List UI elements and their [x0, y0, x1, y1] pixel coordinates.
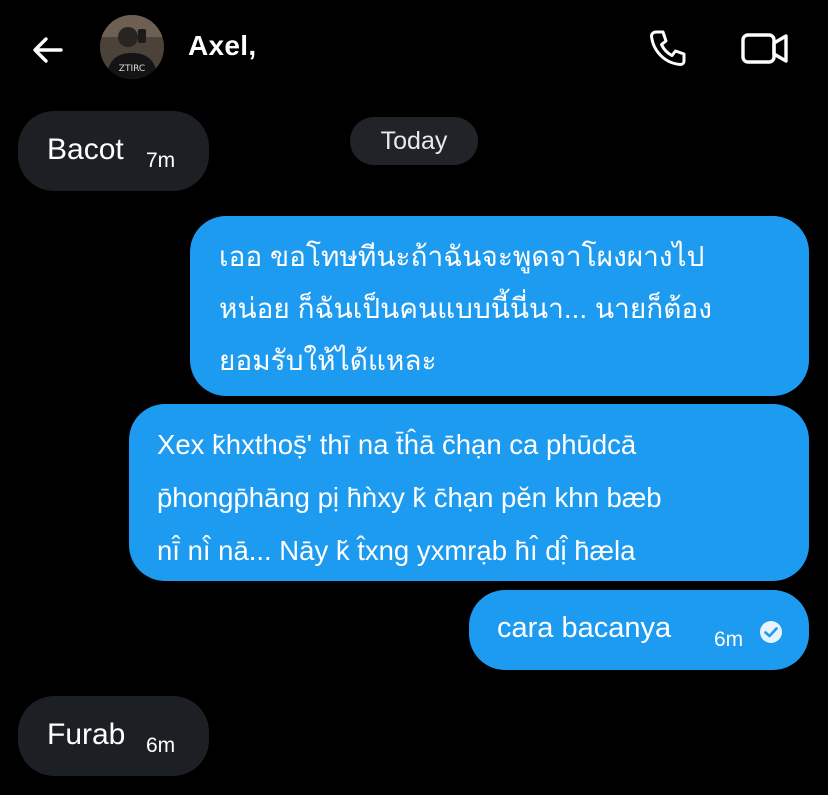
message-text: Bacot [47, 133, 124, 166]
message-text: cara bacanya [497, 612, 672, 644]
message-incoming[interactable]: Bacot 7m [18, 111, 209, 191]
chat-header: ZTIRC Axel, [0, 0, 828, 100]
phone-icon[interactable] [646, 26, 690, 70]
contact-name[interactable]: Axel, [188, 30, 256, 62]
message-text: Xex k̄hxthoṣ̄' thī na t̄ĥā c̄hạn ca phūd… [157, 429, 662, 566]
message-text: Furab [47, 718, 126, 751]
avatar[interactable]: ZTIRC [100, 15, 164, 79]
message-time: 7m [146, 149, 176, 172]
message-text: เออ ขอโทษทีนะถ้าฉันจะพูดจาโผงผางไป หน่อย… [219, 241, 712, 376]
message-incoming[interactable]: Furab 6m [18, 696, 209, 776]
date-separator: Today [350, 117, 478, 165]
arrow-left-icon[interactable] [28, 30, 68, 70]
video-camera-icon[interactable] [740, 28, 790, 68]
message-time: 6m [714, 628, 744, 651]
message-outgoing[interactable]: cara bacanya 6m [469, 590, 809, 670]
message-time: 6m [146, 734, 176, 757]
avatar-photo: ZTIRC [100, 15, 164, 79]
message-outgoing[interactable]: Xex k̄hxthoṣ̄' thī na t̄ĥā c̄hạn ca phūd… [129, 404, 809, 581]
read-check-icon [760, 621, 782, 643]
message-outgoing[interactable]: เออ ขอโทษทีนะถ้าฉันจะพูดจาโผงผางไป หน่อย… [190, 216, 809, 396]
svg-text:ZTIRC: ZTIRC [119, 64, 145, 74]
